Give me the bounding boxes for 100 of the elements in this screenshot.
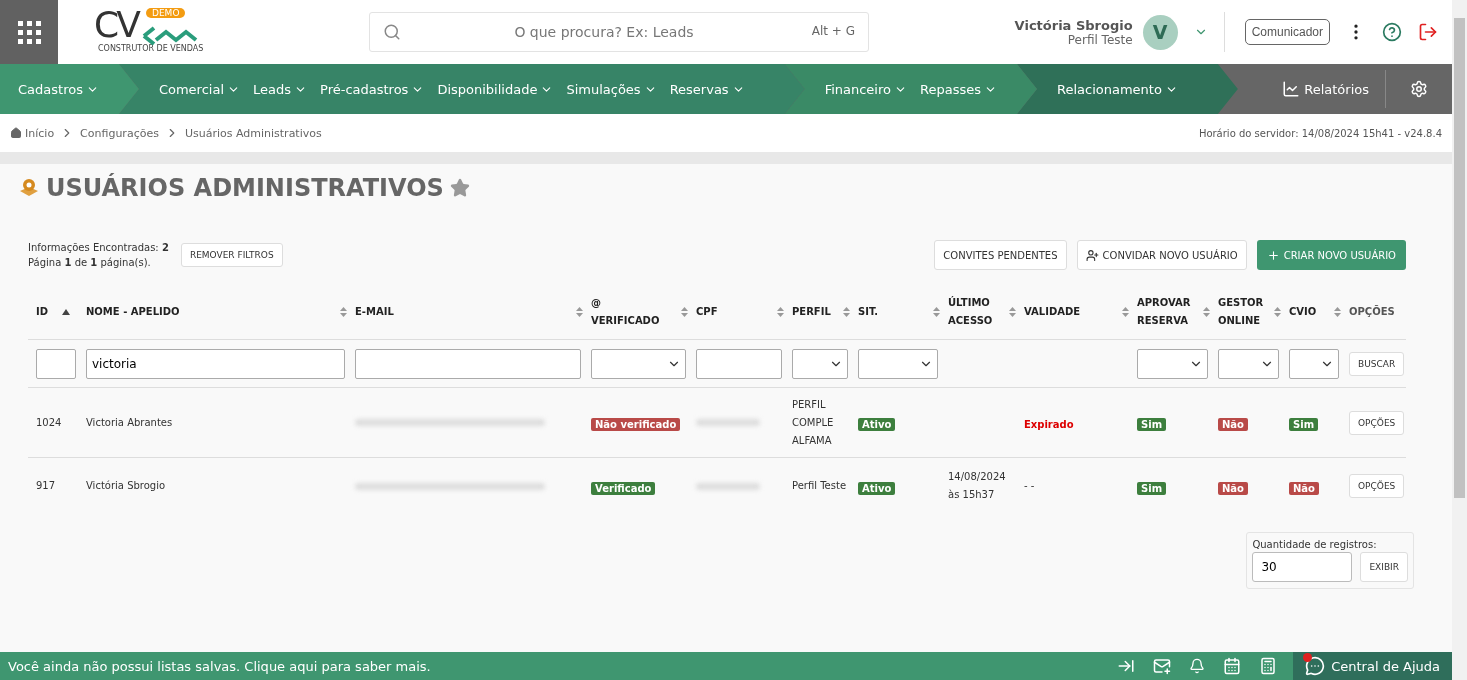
collapse-icon[interactable] — [1117, 657, 1136, 675]
filter-select[interactable] — [1218, 348, 1279, 379]
calculator-icon[interactable] — [1259, 657, 1278, 675]
table-cell-text: 14/08/2024 às 15h37 — [948, 470, 1007, 502]
sort-icon[interactable] — [340, 306, 347, 317]
table-cell-text: 917 — [36, 479, 57, 493]
status-text: Expirado — [1024, 419, 1074, 430]
column-header[interactable]: NOME - APELIDO — [86, 302, 355, 321]
favorite-star-icon[interactable] — [449, 178, 470, 198]
notification-dot — [1303, 653, 1313, 662]
nav-menu-item[interactable]: Repasses — [920, 81, 997, 97]
sort-icon[interactable] — [681, 306, 688, 317]
column-header[interactable]: ID — [36, 302, 86, 321]
breadcrumb-link[interactable]: Usuários Administrativos — [184, 126, 322, 140]
user-name: Victória Sbrogio — [1014, 17, 1133, 33]
nav-menu-item[interactable]: Comercial — [158, 81, 240, 97]
user-plus-icon — [1085, 248, 1099, 262]
apps-menu-button[interactable] — [0, 0, 58, 64]
table-cell-text: 1024 — [36, 415, 63, 430]
calendar-icon[interactable] — [1223, 657, 1242, 675]
column-header[interactable]: CVIO — [1289, 302, 1349, 321]
column-header[interactable]: ÚLTIMO ACESSO — [948, 293, 1024, 330]
column-header[interactable]: GESTOR ONLINE — [1218, 293, 1289, 330]
filter-select[interactable] — [591, 348, 686, 379]
reports-link[interactable]: Relatórios — [1266, 80, 1385, 98]
invite-user-button[interactable]: CONVIDAR NOVO USUÁRIO — [1076, 240, 1247, 270]
column-header[interactable]: CPF — [696, 302, 792, 321]
results-count: Informações Encontradas: 2 — [28, 241, 169, 255]
plus-icon — [1266, 248, 1280, 262]
sort-icon[interactable] — [576, 306, 583, 317]
breadcrumb-link[interactable]: Início — [10, 126, 55, 140]
options-button[interactable]: OPÇÕES — [1349, 410, 1405, 435]
column-header[interactable]: PERFIL — [792, 302, 858, 321]
status-badge: Verificado — [591, 481, 656, 495]
nav-menu-item[interactable]: Pré-cadastros — [320, 81, 425, 97]
column-header[interactable]: OPÇÕES — [1349, 302, 1421, 321]
filter-input[interactable] — [696, 348, 782, 379]
pending-invites-button[interactable]: CONVITES PENDENTES — [934, 240, 1067, 270]
sort-icon[interactable] — [777, 306, 784, 317]
status-badge: Sim — [1137, 481, 1167, 495]
show-button[interactable]: EXIBIR — [1360, 552, 1408, 582]
sort-icon[interactable] — [1122, 306, 1129, 317]
records-label: Quantidade de registros: — [1252, 539, 1378, 550]
nav-menu-item[interactable]: Cadastros — [18, 81, 99, 97]
filter-select[interactable] — [858, 348, 938, 379]
nav-menu-item[interactable]: Financeiro — [824, 81, 907, 97]
sort-icon[interactable] — [1203, 306, 1210, 317]
help-icon[interactable] — [1382, 22, 1402, 42]
remove-filters-button[interactable]: REMOVER FILTROS — [180, 243, 283, 267]
nav-menu-item[interactable]: Simulações — [566, 81, 657, 97]
nav-menu-item[interactable]: Disponibilidade — [437, 81, 554, 97]
logo[interactable]: CV DEMO CONSTRUTOR DE VENDAS — [94, 6, 244, 58]
scrollbar[interactable] — [1452, 0, 1467, 680]
status-badge: Ativo — [858, 481, 896, 495]
sort-icon[interactable] — [933, 306, 940, 317]
saved-lists-link[interactable]: Você ainda não possui listas salvas. Clique aqui para saber mais. — [0, 658, 431, 674]
sort-icon[interactable] — [843, 306, 850, 317]
column-header[interactable]: APROVAR RESERVA — [1137, 293, 1218, 330]
filter-input[interactable] — [36, 348, 76, 379]
filter-select[interactable] — [1137, 348, 1208, 379]
filter-input[interactable] — [355, 348, 581, 379]
page-info: Página 1 de 1 página(s). — [28, 256, 152, 270]
sort-icon[interactable] — [1334, 306, 1341, 317]
logout-icon[interactable] — [1418, 22, 1438, 42]
table-cell-text: Victoria Abrantes — [86, 415, 174, 430]
server-info: Horário do servidor: 14/08/2024 15h41 - v24.8.4 — [1198, 127, 1442, 139]
options-button[interactable]: OPÇÕES — [1349, 474, 1405, 498]
help-center-button[interactable]: Central de Ajuda — [1293, 652, 1452, 680]
search-button[interactable]: BUSCAR — [1349, 351, 1405, 376]
table-cell-text: Perfil Teste — [792, 479, 848, 493]
table-cell-text: - - — [1024, 479, 1036, 493]
sort-ascending-icon[interactable] — [62, 308, 70, 315]
nav-menu-item[interactable]: Reservas — [669, 81, 745, 97]
avatar[interactable]: V — [1142, 14, 1178, 50]
filter-select[interactable] — [1289, 348, 1339, 379]
home-icon — [10, 127, 22, 139]
table-cell-text: Victória Sbrogio — [86, 479, 167, 493]
sort-icon[interactable] — [1274, 306, 1281, 317]
nav-menu-item[interactable]: Leads — [253, 81, 308, 97]
column-header[interactable]: E-MAIL — [355, 302, 591, 321]
status-badge: Não — [1289, 481, 1319, 495]
communicator-button[interactable]: Comunicador — [1244, 19, 1330, 45]
page-title: USUÁRIOS ADMINISTRATIVOS — [46, 174, 444, 202]
user-profile: Perfil Teste — [1067, 32, 1133, 47]
breadcrumb-link[interactable]: Configurações — [80, 126, 159, 140]
column-header[interactable]: @ VERIFICADO — [591, 293, 696, 330]
chat-icon — [1305, 656, 1326, 676]
status-badge: Sim — [1137, 418, 1167, 431]
nav-menu-item[interactable]: Relacionamento — [1056, 81, 1178, 97]
filter-select[interactable] — [792, 348, 848, 379]
column-header[interactable]: VALIDADE — [1024, 302, 1137, 321]
bell-icon[interactable] — [1189, 658, 1206, 674]
create-user-button[interactable]: CRIAR NOVO USUÁRIO — [1256, 240, 1406, 270]
status-badge: Sim — [1289, 418, 1319, 431]
column-header[interactable]: SIT. — [858, 302, 948, 321]
records-input[interactable]: 30 — [1252, 552, 1353, 582]
sort-icon[interactable] — [1009, 306, 1016, 317]
status-badge: Ativo — [858, 418, 896, 431]
status-badge: Não — [1218, 481, 1248, 495]
filter-input[interactable]: victoria — [86, 348, 345, 379]
